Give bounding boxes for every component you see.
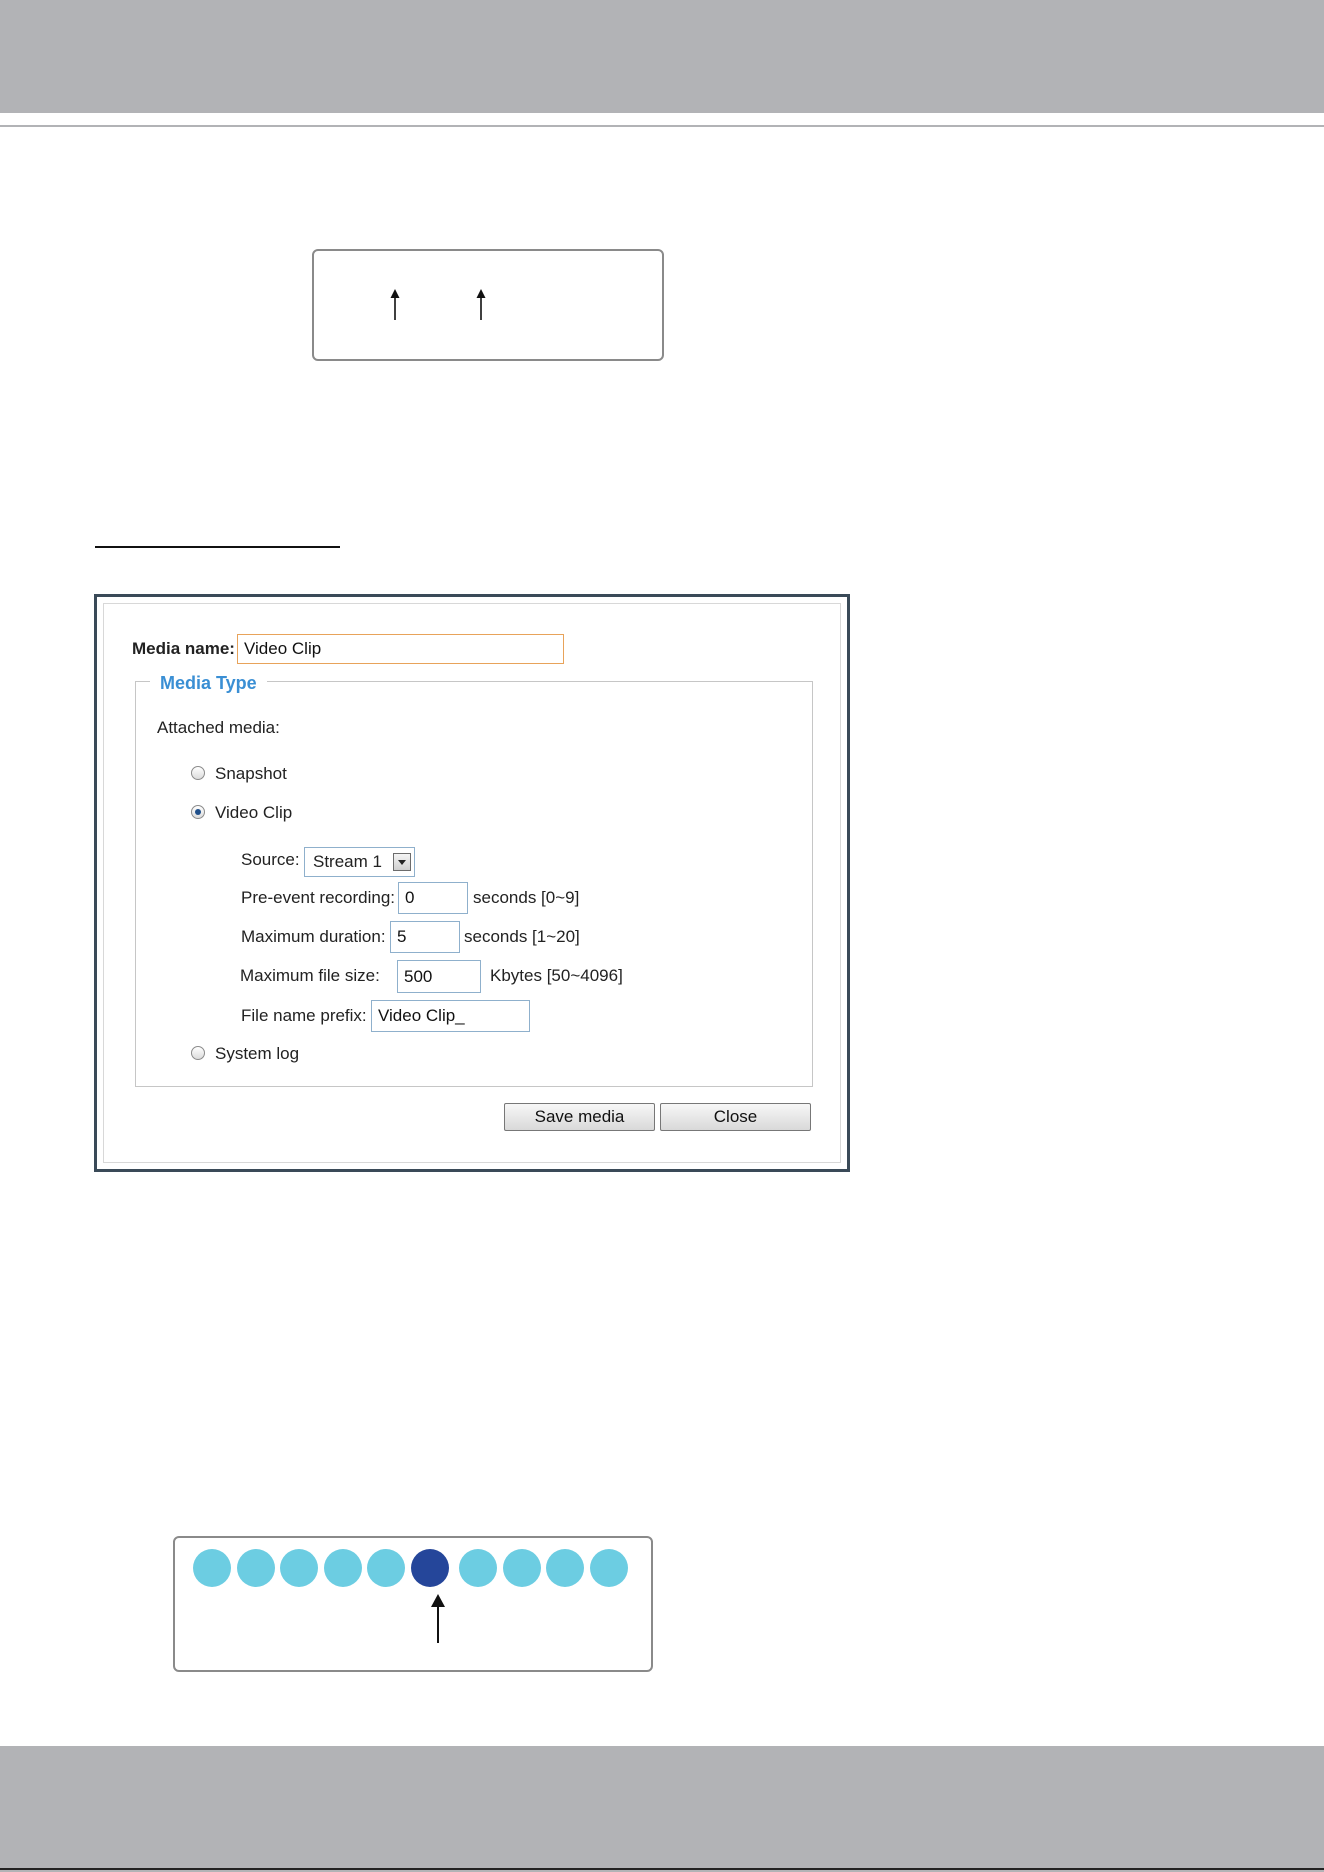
- footer-band: [0, 1746, 1324, 1872]
- source-label: Source:: [241, 850, 300, 869]
- section-heading-underline: [95, 546, 340, 548]
- dot-inactive: [546, 1549, 584, 1587]
- max-duration-input[interactable]: 5: [390, 921, 460, 953]
- file-name-prefix-input[interactable]: Video Clip_: [371, 1000, 530, 1032]
- attached-media-label: Attached media:: [157, 718, 280, 737]
- dot-inactive: [323, 1549, 362, 1587]
- max-duration-unit: seconds [1~20]: [464, 927, 580, 946]
- max-file-size-unit: Kbytes [50~4096]: [490, 966, 623, 985]
- dot-inactive: [589, 1549, 628, 1587]
- dot-active: [410, 1549, 449, 1587]
- pre-event-unit: seconds [0~9]: [473, 888, 580, 907]
- max-file-size-input[interactable]: 500: [397, 960, 481, 993]
- dot-inactive: [236, 1549, 275, 1587]
- pre-event-value: 0: [405, 888, 415, 907]
- snapshot-label[interactable]: Snapshot: [215, 764, 287, 784]
- max-duration-label: Maximum duration:: [241, 927, 386, 946]
- media-name-label: Media name:: [132, 639, 235, 658]
- footer-divider: [0, 1868, 1324, 1870]
- source-select[interactable]: Stream 1: [304, 847, 415, 877]
- up-arrow-icon: [476, 289, 486, 320]
- close-button[interactable]: Close: [660, 1103, 811, 1131]
- system-log-label[interactable]: System log: [215, 1044, 299, 1064]
- media-name-value: Video Clip: [244, 639, 322, 658]
- dot-inactive: [193, 1549, 231, 1587]
- video-clip-radio[interactable]: [191, 805, 205, 819]
- snapshot-radio[interactable]: [191, 766, 205, 780]
- chevron-down-icon[interactable]: [393, 853, 411, 871]
- save-media-button[interactable]: Save media: [504, 1103, 655, 1131]
- dot-inactive: [280, 1549, 318, 1587]
- max-file-size-value: 500: [404, 966, 433, 986]
- system-log-radio[interactable]: [191, 1046, 205, 1060]
- file-name-prefix-label: File name prefix:: [241, 1006, 367, 1025]
- pre-event-input[interactable]: 0: [398, 882, 468, 914]
- pre-event-label: Pre-event recording:: [241, 888, 396, 907]
- dot-inactive: [367, 1549, 405, 1587]
- max-file-size-label: Maximum file size:: [240, 966, 380, 985]
- up-arrow-icon: [431, 1594, 445, 1643]
- dot-inactive: [459, 1549, 497, 1587]
- video-clip-label[interactable]: Video Clip: [215, 803, 292, 823]
- up-arrow-icon: [390, 289, 400, 320]
- source-value: Stream 1: [313, 852, 382, 871]
- header-divider: [0, 125, 1324, 127]
- header-band: [0, 0, 1324, 113]
- media-name-input[interactable]: Video Clip: [237, 634, 564, 664]
- max-duration-value: 5: [397, 927, 407, 946]
- file-name-prefix-value: Video Clip_: [378, 1006, 465, 1025]
- dot-inactive: [502, 1549, 541, 1587]
- media-type-legend: Media Type: [150, 673, 267, 694]
